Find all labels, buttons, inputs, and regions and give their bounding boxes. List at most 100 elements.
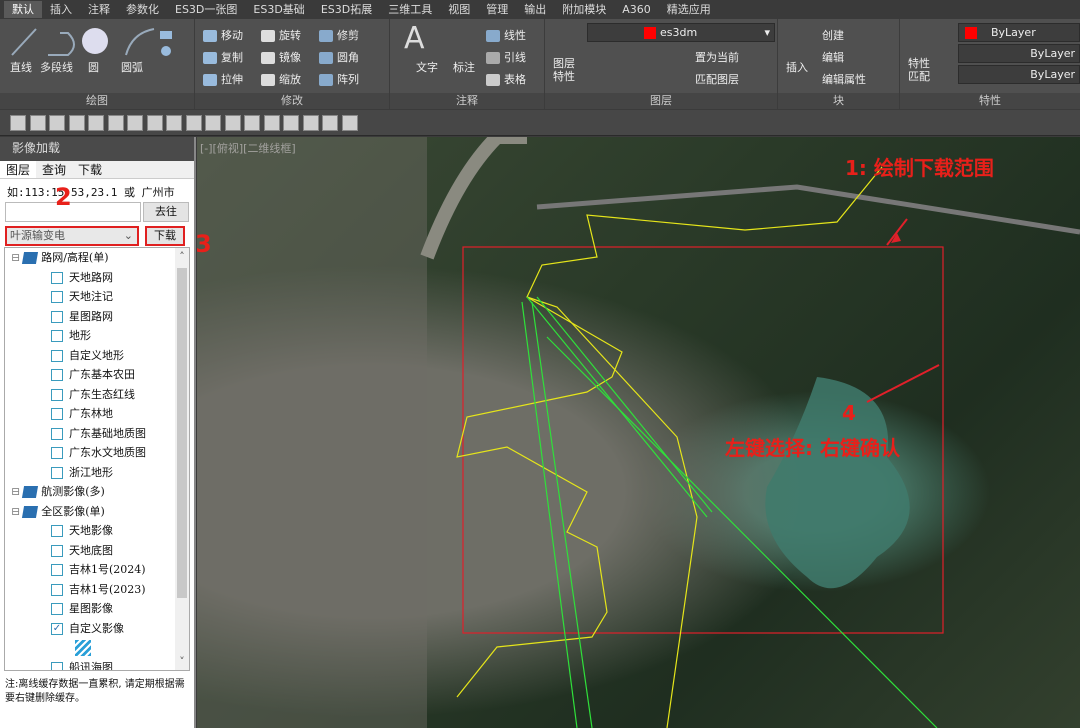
tree-item[interactable]: ⊟ 航测影像(多) (11, 482, 105, 501)
tree-item[interactable]: 广东生态红线 (51, 385, 135, 404)
ribbon-tab[interactable]: 三维工具 (380, 1, 440, 18)
table-button[interactable]: 表格 (486, 71, 526, 87)
tree-item[interactable]: 地形 (51, 326, 91, 345)
ribbon-tab[interactable]: 输出 (516, 1, 554, 18)
tree-item[interactable]: 广东基本农田 (51, 365, 135, 384)
ribbon-tab[interactable]: ES3D拓展 (313, 1, 380, 18)
checkbox[interactable] (51, 330, 63, 342)
toolbar-tool-icon[interactable] (244, 115, 260, 131)
modify-button[interactable]: 旋转 (261, 27, 301, 43)
edit-attributes-button[interactable]: 编辑属性 (822, 71, 866, 87)
checkbox[interactable] (51, 388, 63, 401)
toolbar-tool-icon[interactable] (127, 115, 143, 131)
checkbox[interactable] (51, 310, 63, 323)
checkbox[interactable] (51, 349, 63, 362)
tree-item[interactable]: 自定义地形 (51, 346, 124, 365)
checkbox[interactable] (51, 427, 63, 440)
checkbox[interactable] (51, 447, 63, 459)
modify-button[interactable]: 圆角 (319, 49, 359, 65)
block-group-label[interactable]: 块 (778, 93, 899, 109)
checkbox[interactable] (51, 291, 63, 303)
draw-group-label[interactable]: 绘图 (0, 93, 194, 109)
modify-button[interactable]: 阵列 (319, 71, 359, 87)
tree-item[interactable]: ⊟ 全区影像(单) (11, 502, 105, 521)
layer-properties-button[interactable]: 图层特性 (553, 57, 577, 83)
checkbox[interactable]: ✓ (51, 622, 63, 635)
expand-toggle-icon[interactable]: ⊟ (11, 505, 20, 518)
checkbox[interactable] (51, 466, 63, 479)
toolbar-tool-icon[interactable] (224, 115, 241, 131)
toolbar-tool-icon[interactable] (283, 115, 299, 131)
checkbox[interactable] (51, 271, 63, 284)
ribbon-tab[interactable]: A360 (614, 1, 659, 18)
tree-item[interactable]: 天地注记 (51, 287, 113, 306)
ribbon-tab[interactable]: 默认 (4, 1, 42, 18)
modify-button[interactable]: 镜像 (261, 49, 301, 65)
tree-item[interactable]: 广东基础地质图 (51, 424, 146, 443)
tree-item[interactable]: 吉林1号(2023) (51, 580, 146, 599)
source-dropdown[interactable]: 叶源输变电 ⌄ (5, 226, 139, 246)
insert-button[interactable]: 插入 (786, 59, 808, 75)
toolbar-tool-icon[interactable] (29, 115, 46, 131)
location-input[interactable] (5, 202, 141, 222)
checkbox[interactable] (51, 564, 63, 576)
tab-layers[interactable]: 图层 (0, 161, 37, 178)
toolbar-tool-icon[interactable] (302, 115, 319, 131)
expand-toggle-icon[interactable]: ⊟ (11, 485, 20, 498)
modify-group-label[interactable]: 修改 (195, 93, 389, 109)
linear-button[interactable]: 线性 (486, 27, 526, 43)
match-properties-button[interactable]: 特性匹配 (908, 57, 932, 83)
tree-scrollbar[interactable]: ˄ ˅ (175, 248, 189, 670)
toolbar-tool-icon[interactable] (10, 115, 26, 131)
scroll-down-icon[interactable]: ˅ (175, 655, 189, 668)
line-button[interactable]: 直线 (10, 59, 32, 75)
expand-toggle-icon[interactable]: ⊟ (11, 251, 20, 264)
ribbon-tab[interactable]: 注释 (80, 1, 118, 18)
lineweight-dropdown[interactable]: ByLayer (958, 65, 1080, 84)
toolbar-tool-icon[interactable] (88, 115, 104, 131)
tree-item[interactable]: ⊟ 路网/高程(单) (11, 248, 109, 267)
tree-item[interactable]: 天地底图 (51, 541, 113, 560)
ribbon-tab[interactable]: 精选应用 (659, 1, 719, 18)
tree-item[interactable]: 浙江地形 (51, 463, 113, 482)
ribbon-tab[interactable]: ES3D基础 (245, 1, 312, 18)
tab-query[interactable]: 查询 (36, 161, 72, 178)
checkbox[interactable] (51, 525, 63, 537)
properties-group-label[interactable]: 特性 (900, 93, 1080, 109)
create-block-button[interactable]: 创建 (822, 27, 844, 43)
ribbon-tab[interactable]: ES3D一张图 (167, 1, 245, 18)
ribbon-tab[interactable]: 参数化 (118, 1, 167, 18)
tree-item[interactable]: 星图路网 (51, 307, 113, 326)
map-viewport[interactable]: [-][俯视][二维线框] 1: 绘制下载范围 4 左键选择: 右键确认 3 (197, 137, 1080, 728)
toolbar-tool-icon[interactable] (146, 115, 163, 131)
toolbar-tool-icon[interactable] (322, 115, 338, 131)
match-layer-button[interactable]: 匹配图层 (695, 71, 739, 87)
circle-button[interactable]: 圆 (88, 59, 99, 75)
toolbar-tool-icon[interactable] (107, 115, 124, 131)
toolbar-tool-icon[interactable] (68, 115, 85, 131)
color-dropdown[interactable]: ByLayer (958, 23, 1080, 42)
tree-item[interactable]: 广东林地 (51, 404, 113, 423)
linetype-dropdown[interactable]: ByLayer (958, 44, 1080, 63)
checkbox[interactable] (51, 661, 63, 670)
modify-button[interactable]: 修剪 (319, 27, 359, 43)
tree-item[interactable]: 天地影像 (51, 521, 113, 540)
set-current-button[interactable]: 置为当前 (695, 49, 739, 65)
tree-item[interactable]: 星图影像 (51, 599, 113, 618)
layer-dropdown[interactable]: es3dm ▾ (587, 23, 775, 42)
checkbox[interactable] (51, 544, 63, 557)
edit-block-button[interactable]: 编辑 (822, 49, 844, 65)
tree-item[interactable] (75, 638, 91, 657)
goto-button[interactable]: 去往 (143, 202, 189, 222)
layers-group-label[interactable]: 图层 (545, 93, 777, 109)
arc-button[interactable]: 圆弧 (121, 59, 143, 75)
tree-item[interactable]: 船讯海图 (51, 658, 113, 670)
toolbar-tool-icon[interactable] (263, 115, 280, 131)
toolbar-tool-icon[interactable] (49, 115, 65, 131)
tree-item[interactable]: ✓ 自定义影像 (51, 619, 124, 638)
checkbox[interactable] (51, 583, 63, 596)
ribbon-tab[interactable]: 附加模块 (554, 1, 614, 18)
tree-item[interactable]: 吉林1号(2024) (51, 560, 146, 579)
tree-item[interactable]: 广东水文地质图 (51, 443, 146, 462)
scroll-up-icon[interactable]: ˄ (175, 250, 189, 263)
